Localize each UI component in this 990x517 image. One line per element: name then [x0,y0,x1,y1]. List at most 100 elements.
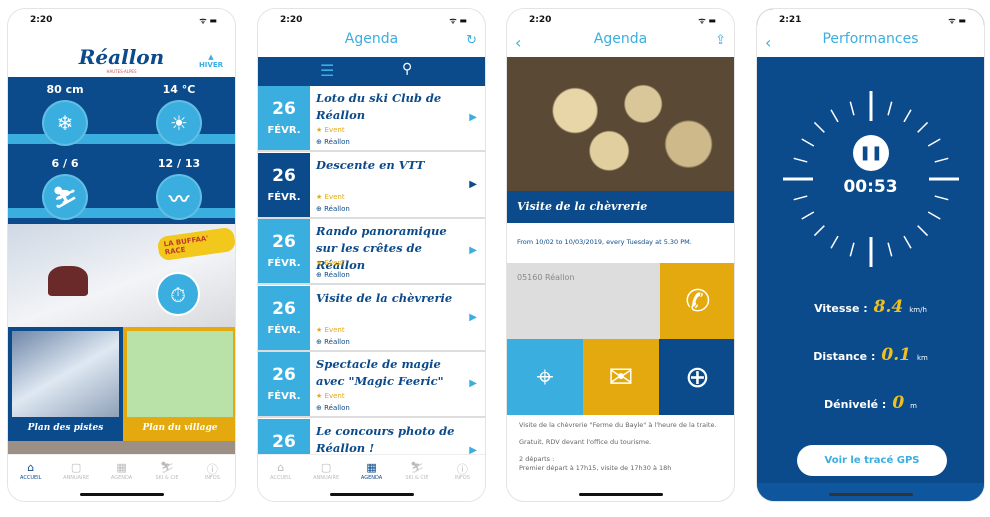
dial-tick [887,242,893,257]
map-pin-icon[interactable]: ⚲ [402,61,412,77]
event-title: Visite de la chèvrerie [316,290,453,305]
dial-tick [917,121,929,133]
battery-icon: ᯤ ▬ [449,16,467,25]
page-title: Agenda [344,31,399,47]
event-title: Le concours photo de Réallon ! [316,423,455,455]
dial-tick [934,157,949,163]
event-category: ★ Event [316,126,345,134]
back-icon[interactable]: ‹ [765,33,771,52]
battery-icon: ᯤ ▬ [948,16,966,25]
dial-tick [830,109,839,123]
gps-track-button[interactable]: Voir le tracé GPS [797,445,947,476]
info-icon: ⓘ [456,463,468,476]
page-title: Agenda [593,31,648,47]
event-category: ★ Event [316,259,345,267]
tab-infos[interactable]: ⓘ INFOS [440,455,485,501]
share-icon[interactable]: ⇪ [715,33,726,48]
tab-accueil[interactable]: ⌂ ACCUEIL [8,455,53,501]
clock: 2:20 [30,15,53,25]
tab-bar: ⌂ ACCUEIL ▢ ANNUAIRE ▦ AGENDA ⛷ SKI & CIE ⓘ I… [8,454,235,501]
snowflake-icon: ❄ [42,100,88,146]
timer-display: 00:53 [843,177,898,197]
event-dates: From 10/02 to 10/03/2019, every Tuesday … [517,238,692,246]
event-row[interactable]: 26 FÉVR. Loto du ski Club de Réallon ★ Ev… [258,86,485,152]
snow-depth[interactable]: 80 cm ❄ [8,83,122,146]
tab-bar: ⌂ ACCUEIL ▢ ANNUAIRE ▦ AGENDA ⛷ SKI & CIE ⓘ I… [258,454,485,501]
phone-icon: ✆ [685,283,711,319]
pause-button[interactable]: ❚❚ [853,135,889,171]
dial-tick [813,225,825,237]
page-title: Performances [822,31,919,47]
performances-screen: 2:21 ᯤ ▬ ‹ Performances ❚❚ 00:53 Vitesse :… [756,8,985,502]
agenda-screen: 2:20 ᯤ ▬ Agenda ↻ ☰ ⚲ 26 FÉVR. Loto du ski … [257,8,486,502]
race-banner[interactable]: LA BUFFAA' RACE ⏱ [8,224,235,328]
home-icon: ⌂ [277,461,285,474]
chevron-right-icon: ▶ [469,245,477,256]
stopwatch-icon[interactable]: ⏱ [156,272,200,316]
event-title: Visite de la chèvrerie [507,191,734,223]
header: Agenda ↻ [258,31,485,57]
event-location: ⊕ Réallon [316,404,350,412]
village-map-tile[interactable]: Plan du village [123,327,235,441]
chevron-right-icon: ▶ [469,178,477,190]
clock: 2:20 [280,15,303,25]
event-row[interactable]: 26 FÉVR. Spectacle de magie avec "Magic F… [258,352,485,418]
event-row[interactable]: 26 FÉVR. Descente en VTT ★ Event ⊕ Réallo… [258,152,485,219]
list-view-icon[interactable]: ☰ [320,61,334,80]
dial-tick [849,101,855,116]
call-button[interactable]: ✆ [660,263,734,339]
dial-tick [903,109,912,123]
back-icon[interactable]: ‹ [515,33,521,52]
event-row[interactable]: 26 FÉVR. Visite de la chèvrerie ★ Event ⊕… [258,285,485,352]
event-date: 26FÉVR. [258,352,310,416]
dial-tick [903,235,912,249]
chevron-right-icon: ▶ [469,378,477,389]
tab-infos[interactable]: ⓘ INFOS [190,455,235,501]
info-icon: ⓘ [206,463,218,476]
event-row[interactable]: 26 FÉVR. Rando panoramique sur les crêtes… [258,219,485,285]
speed-stat: Vitesse :8.4 km/h [814,297,927,317]
event-detail-screen: 2:20 ᯤ ▬ ‹ Agenda ⇪ Visite de la chèvrerie … [506,8,735,502]
pause-icon: ❚❚ [859,145,883,161]
map-pin-icon: ⌖ [536,359,554,395]
map-button[interactable]: ⌖ [507,339,583,415]
event-location: ⊕ Réallon [316,204,350,213]
event-category: ★ Event [316,192,345,201]
event-address: 05160 Réallon [507,263,660,339]
sun-icon: ☀ [156,100,202,146]
dial-tick [849,242,855,257]
chairlift-icon: ⛷ [42,174,88,220]
tab-accueil[interactable]: ⌂ ACCUEIL [258,455,303,501]
clock: 2:20 [529,15,552,25]
slopes-open[interactable]: 12 / 13 〰 [122,157,235,220]
header: ‹ Performances [757,31,984,57]
event-description: Visite de la chèvrerie "Ferme du Bayle" … [519,421,717,472]
race-badge: LA BUFFAA' RACE [156,226,235,262]
website-button[interactable]: ⊕ [659,339,734,415]
refresh-icon[interactable]: ↻ [466,33,477,48]
battery-icon: ᯤ ▬ [698,16,716,25]
event-title: Descente en VTT [316,157,425,172]
season-toggle[interactable]: ▲ HIVER [199,53,223,69]
conditions-panel: 80 cm ❄ 14 °C ☀ 6 / 6 ⛷ 12 / 13 〰 [8,77,235,224]
lifts-open[interactable]: 6 / 6 ⛷ [8,157,122,220]
ski-map-tile[interactable]: Plan des pistes [8,327,123,441]
distance-stat: Distance :0.1 km [813,345,928,365]
directory-icon: ▢ [70,461,82,474]
battery-icon: ᯤ ▬ [199,16,217,25]
village-map-label: Plan du village [142,423,218,433]
globe-icon: ⊕ [684,359,711,395]
event-location: ⊕ Réallon [316,271,350,279]
chevron-right-icon: ▶ [469,311,477,323]
dial-tick [887,101,893,116]
envelope-icon: ✉ [608,359,634,395]
dial-tick [813,121,825,133]
dial-tick [793,157,808,163]
event-photo [507,57,734,191]
event-date: 26FÉVR. [258,285,310,350]
skier-icon: ⛷ [159,461,174,474]
event-date: 26FÉVR. [258,152,310,217]
event-location: ⊕ Réallon [316,138,350,146]
temperature[interactable]: 14 °C ☀ [122,83,235,146]
email-button[interactable]: ✉ [583,339,659,415]
